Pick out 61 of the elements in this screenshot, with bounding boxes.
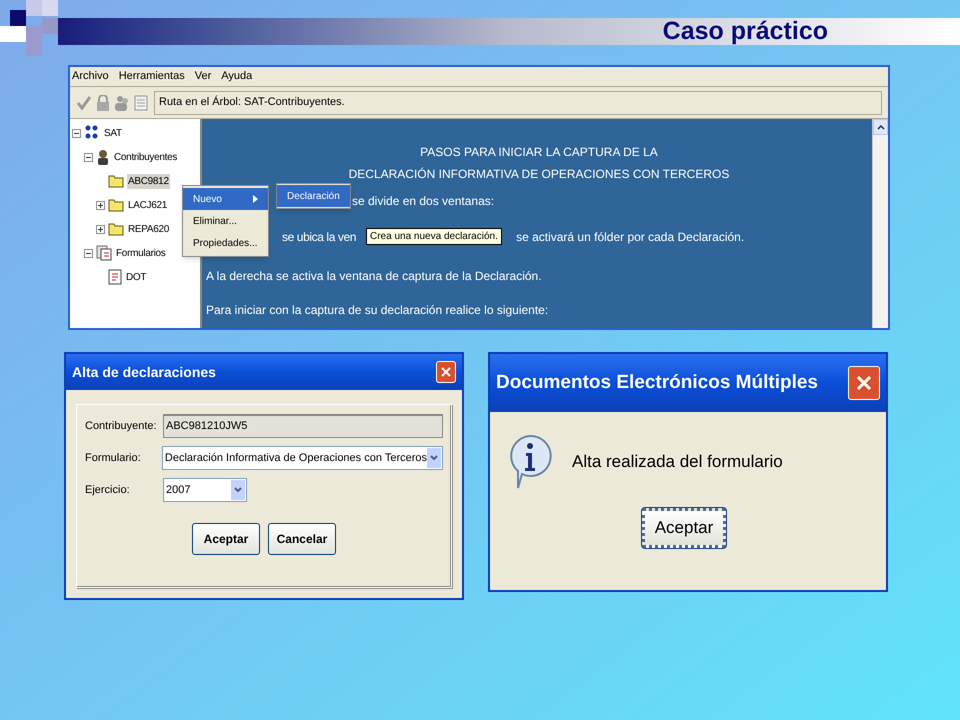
documents-icon	[96, 245, 112, 261]
folder-icon	[108, 222, 124, 236]
dialog-button[interactable]: Aceptar	[192, 523, 260, 555]
message-text: Alta realizada del formulario	[572, 451, 783, 474]
content-text: Para iniciar con la captura de su declaración realice lo siguiente:	[206, 302, 548, 319]
lock-icon[interactable]	[96, 94, 110, 110]
field-label: Formulario:	[85, 450, 142, 466]
notepad-icon[interactable]	[134, 94, 148, 110]
slide-title: Caso práctico	[662, 16, 828, 47]
tree-item[interactable]: LACJ621	[127, 198, 168, 212]
content-text: A la derecha se activa la ventana de captura de la Declaración.	[206, 268, 542, 285]
tree-item[interactable]: ABC9812	[127, 174, 170, 188]
collapse-icon[interactable]	[84, 248, 93, 258]
tree-item[interactable]: SAT	[103, 126, 123, 140]
expand-icon[interactable]	[96, 224, 105, 234]
squares-decoration-icon	[0, 0, 58, 58]
tree-item[interactable]: REPA620	[127, 222, 170, 236]
dialog-button[interactable]: Cancelar	[268, 523, 336, 555]
info-icon	[508, 434, 552, 490]
path-field: Ruta en el Árbol: SAT-Contribuyentes.	[154, 90, 882, 114]
menu-item[interactable]: Ayuda	[221, 68, 252, 85]
tree-item[interactable]: Contribuyentes	[113, 150, 178, 164]
users-icon[interactable]	[114, 94, 130, 110]
submenu-item[interactable]: Declaración	[277, 185, 350, 207]
dropdown-field[interactable]: Declaración Informativa de Operaciones con Terceros	[162, 446, 443, 470]
window-title: Alta de declaraciones	[72, 362, 216, 382]
document-icon	[108, 269, 122, 285]
dropdown-field[interactable]: 2007	[163, 478, 247, 502]
close-icon	[855, 374, 873, 392]
collapse-icon[interactable]	[72, 128, 81, 138]
menu-item[interactable]: Herramientas	[118, 68, 185, 85]
context-menu-item[interactable]: Propiedades...	[183, 232, 268, 254]
context-menu-item[interactable]: Nuevo	[183, 188, 268, 210]
menu-item[interactable]: Ver	[194, 68, 212, 85]
check-icon[interactable]	[76, 94, 92, 110]
content-heading: DECLARACIÓN INFORMATIVA DE OPERACIONES CON TERCEROS	[348, 166, 730, 183]
folder-icon	[108, 198, 124, 212]
menu-item[interactable]: Archivo	[72, 68, 109, 85]
submenu-arrow-icon	[252, 195, 258, 203]
content-text: se divide en dos ventanas:	[352, 193, 494, 210]
readonly-field[interactable]: ABC981210JW5	[163, 414, 443, 438]
tree-item[interactable]: Formularios	[115, 246, 166, 260]
tooltip: Crea una nueva declaración.	[366, 228, 502, 245]
scroll-up-icon[interactable]	[873, 119, 888, 135]
expand-icon[interactable]	[96, 200, 105, 210]
field-label: Contribuyente:	[85, 418, 158, 434]
ok-button[interactable]: Aceptar	[642, 508, 726, 548]
close-button[interactable]	[436, 361, 456, 383]
content-heading: PASOS PARA INICIAR LA CAPTURA DE LA	[420, 144, 658, 161]
tree-item[interactable]: DOT	[125, 270, 148, 284]
window-title: Documentos Electrónicos Múltiples	[496, 370, 818, 395]
dots-icon	[84, 125, 100, 141]
close-button[interactable]	[848, 366, 880, 400]
context-menu-item[interactable]: Eliminar...	[183, 210, 268, 232]
content-text: se ubica la ven	[282, 229, 356, 246]
close-icon	[440, 366, 452, 378]
person-icon	[96, 149, 110, 165]
collapse-icon[interactable]	[84, 152, 93, 162]
folder-icon	[108, 174, 124, 188]
content-text: se activará un fólder por cada Declaración.	[516, 229, 744, 246]
field-label: Ejercicio:	[85, 482, 131, 498]
